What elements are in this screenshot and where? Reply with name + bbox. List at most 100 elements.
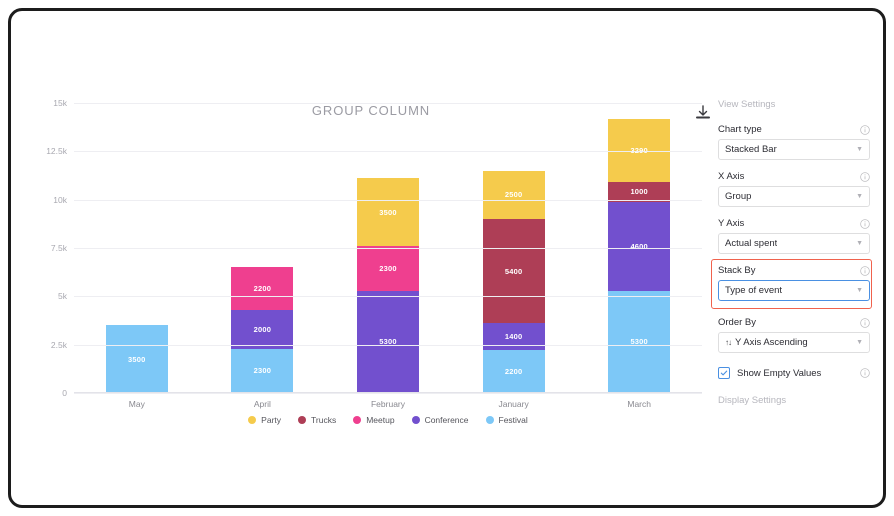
legend-label: Conference [424, 415, 469, 425]
legend-label: Meetup [366, 415, 395, 425]
info-icon[interactable] [860, 265, 870, 276]
info-icon[interactable] [860, 368, 870, 378]
bar-segment[interactable]: 5300 [608, 290, 671, 393]
bar-segment[interactable]: 2000 [231, 309, 294, 349]
checkbox-icon[interactable] [718, 367, 730, 379]
y-axis-select[interactable]: Actual spent ▼ [718, 233, 870, 254]
display-settings-link[interactable]: Display Settings [718, 395, 870, 406]
legend-item[interactable]: Festival [485, 415, 528, 425]
gridline [74, 199, 702, 201]
legend-item[interactable]: Meetup [353, 415, 395, 425]
field-chart-type-row: Chart type [718, 124, 870, 135]
bar-segment[interactable]: 5300 [357, 290, 419, 393]
field-y-axis-label: Y Axis [718, 218, 745, 229]
field-order-by: Order By ↑↓ Y Axis Ascending ▼ [718, 317, 870, 353]
bar-segment-value: 2300 [379, 263, 397, 273]
order-by-value-wrap: ↑↓ Y Axis Ascending [725, 337, 808, 348]
legend-color-dot [353, 416, 362, 424]
bar-segment-value: 3500 [379, 207, 397, 217]
field-order-by-row: Order By [718, 317, 870, 328]
bar-segment[interactable]: 4600 [608, 201, 671, 291]
show-empty-values-toggle[interactable]: Show Empty Values [718, 367, 821, 379]
bar-stack[interactable]: 5300 2300 3500 [357, 178, 419, 393]
x-axis-tick-label: January [498, 399, 529, 409]
bar-stack[interactable]: 2300 2000 2200 [231, 267, 294, 393]
bar-segment[interactable]: 2300 [231, 348, 294, 393]
show-empty-values-row: Show Empty Values [718, 367, 870, 379]
bar-segment-value: 2300 [253, 366, 272, 376]
bar-stack[interactable]: 3500 [105, 325, 168, 393]
view-settings-header: View Settings [718, 99, 776, 110]
x-axis-value: Group [725, 191, 752, 202]
legend-color-dot [248, 416, 257, 424]
field-x-axis-row: X Axis [718, 171, 870, 182]
bar-segment[interactable]: 1400 [482, 323, 545, 351]
chart-type-select[interactable]: Stacked Bar ▼ [718, 139, 870, 160]
x-axis-tick-label: May [128, 399, 145, 409]
field-x-axis: X Axis Group ▼ [718, 171, 870, 207]
info-icon[interactable] [860, 218, 870, 229]
bar-segment[interactable]: 2200 [482, 350, 545, 393]
stack-by-select[interactable]: Type of event ▼ [718, 280, 870, 301]
y-axis-tick-label: 0 [62, 388, 67, 398]
show-empty-values-label: Show Empty Values [737, 367, 822, 379]
x-axis-labels: May April February January March [74, 399, 702, 415]
legend-item[interactable]: Trucks [298, 415, 336, 425]
gridline [74, 151, 702, 153]
bar-segment[interactable]: 2300 [357, 246, 419, 291]
x-axis-tick-label: April [253, 399, 271, 409]
bar-segment-value: 3500 [128, 354, 146, 364]
y-axis-tick-label: 15k [53, 98, 67, 108]
bar-segment-value: 4600 [630, 241, 648, 251]
legend-item[interactable]: Conference [411, 415, 469, 425]
check-mark-icon [720, 370, 728, 376]
bar-segment[interactable]: 3500 [357, 178, 419, 247]
legend-label: Festival [498, 415, 528, 425]
x-axis-select[interactable]: Group ▼ [718, 186, 870, 207]
legend-color-dot [485, 416, 494, 424]
view-settings-panel: View Settings Chart type Stacked Bar ▼ X… [711, 99, 872, 406]
bar-stack[interactable]: 5300460010003290 [608, 118, 671, 393]
field-stack-by-row: Stack By [718, 265, 870, 276]
field-x-axis-label: X Axis [718, 171, 745, 182]
y-axis-value: Actual spent [725, 238, 778, 249]
chevron-down-icon: ▼ [856, 339, 863, 346]
bar-segment-value: 1400 [504, 332, 523, 342]
order-by-select[interactable]: ↑↓ Y Axis Ascending ▼ [718, 332, 870, 353]
info-icon[interactable] [860, 171, 870, 182]
info-icon[interactable] [860, 317, 870, 328]
bar-segment[interactable]: 5400 [482, 219, 545, 324]
legend-color-dot [411, 416, 420, 424]
chevron-down-icon: ▼ [856, 193, 863, 200]
bar-segment[interactable]: 2500 [482, 170, 545, 220]
x-axis-tick-label: February [370, 399, 406, 409]
order-by-value: Y Axis Ascending [735, 337, 808, 348]
bar-segment-value: 2200 [504, 367, 523, 377]
info-icon[interactable] [860, 124, 870, 135]
app-screenshot: GROUP COLUMN 3500 2300 2000 2200 5300 2300 350… [0, 0, 894, 516]
stack-by-value: Type of event [725, 285, 783, 296]
sort-arrows-icon: ↑↓ [725, 338, 732, 347]
bar-segment-value: 1000 [630, 187, 648, 197]
bar-segment-value: 2000 [253, 324, 272, 334]
legend-color-dot [298, 416, 307, 424]
field-y-axis: Y Axis Actual spent ▼ [718, 218, 870, 254]
gridline [74, 103, 702, 104]
y-axis-tick-label: 10k [53, 194, 67, 205]
field-stack-by-label: Stack By [718, 265, 756, 276]
legend-item[interactable]: Party [248, 415, 281, 425]
bar-segment-value: 5400 [504, 266, 523, 276]
bar-segment[interactable]: 3500 [105, 325, 168, 393]
bar-segment-value: 2200 [253, 284, 272, 294]
card-frame: GROUP COLUMN 3500 2300 2000 2200 5300 2300 350… [8, 8, 886, 508]
gridline [74, 296, 702, 298]
gridline [74, 344, 702, 346]
bar-segment[interactable]: 2200 [231, 267, 294, 310]
y-axis-tick-label: 7.5k [50, 243, 67, 253]
bar-segment-value: 2500 [504, 190, 523, 200]
y-axis-tick-label: 5k [58, 291, 67, 302]
field-y-axis-row: Y Axis [718, 218, 870, 229]
bar-stack[interactable]: 2200 1400 5400 2500 [482, 170, 545, 393]
chart-legend: Party Trucks Meetup Conference Festival [74, 415, 702, 425]
legend-label: Trucks [311, 415, 337, 425]
